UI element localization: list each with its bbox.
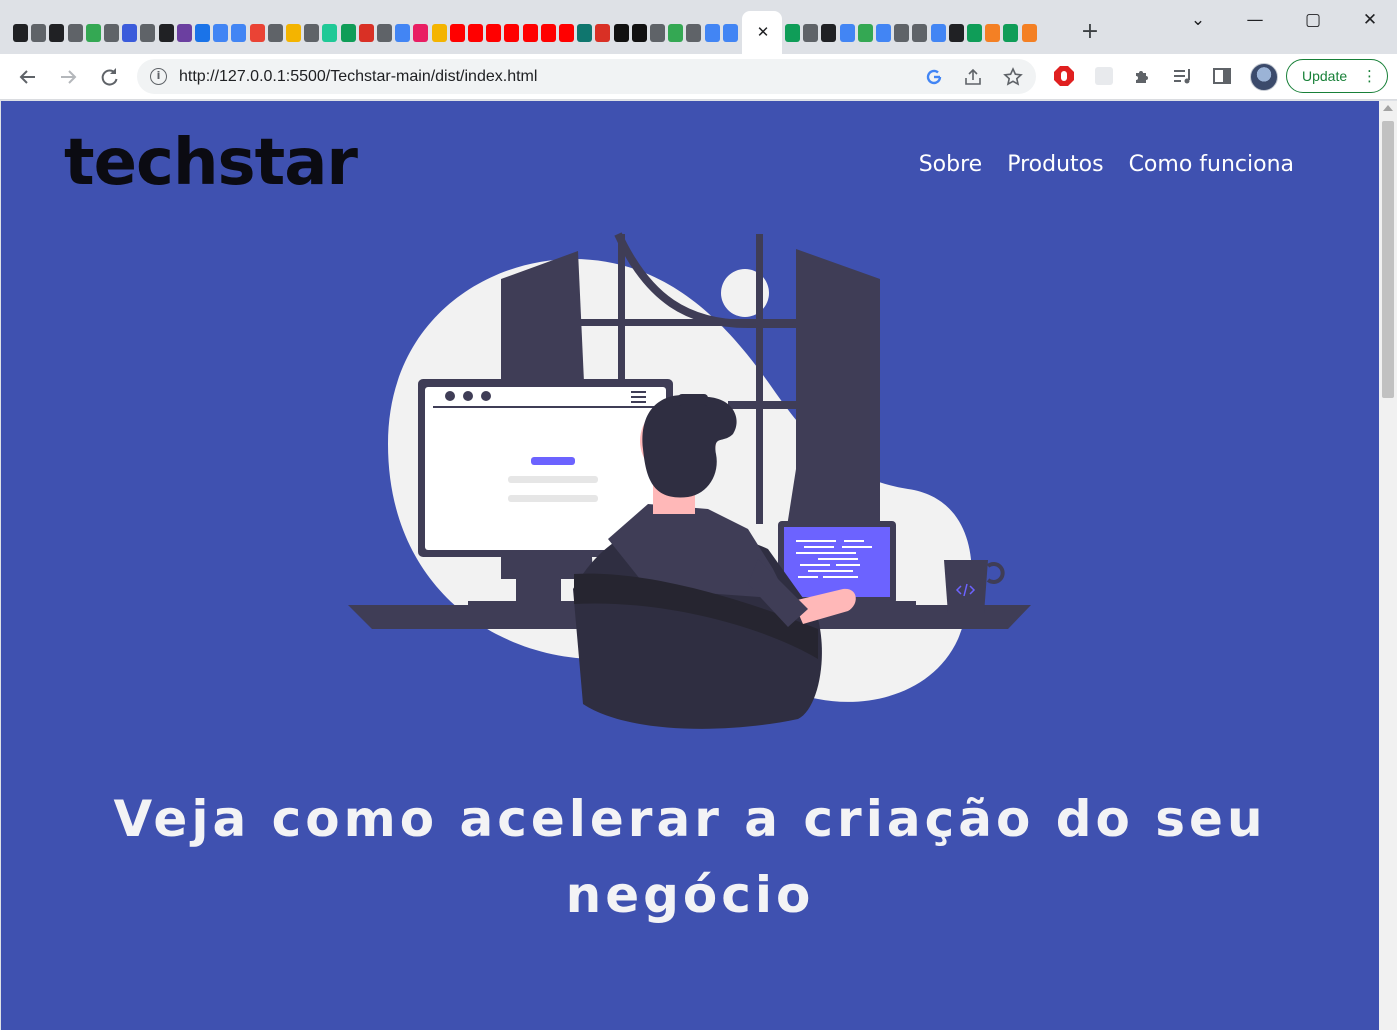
tab-favicon-icon[interactable] xyxy=(304,24,320,42)
tab-favicon-icon[interactable] xyxy=(839,24,855,42)
tab-favicon-icon[interactable] xyxy=(504,24,520,42)
address-bar[interactable]: i http://127.0.0.1:5500/Techstar-main/di… xyxy=(137,59,1036,94)
browser-window: ✕ + ⌄ — ▢ ✕ i http://127.0.0.1:5500/Tech… xyxy=(0,0,1397,1030)
tab-favicon-icon[interactable] xyxy=(876,24,891,42)
tab-search-icon[interactable]: ⌄ xyxy=(1183,8,1213,32)
tab-favicon-icon[interactable] xyxy=(13,24,28,42)
tab-favicon-icon[interactable] xyxy=(559,24,574,42)
tab-favicon-icon[interactable] xyxy=(449,24,465,42)
browser-toolbar: i http://127.0.0.1:5500/Techstar-main/di… xyxy=(0,54,1397,100)
bookmark-star-icon[interactable] xyxy=(1002,66,1024,88)
arrow-left-icon xyxy=(19,70,35,84)
new-tab-button[interactable]: + xyxy=(1078,20,1102,44)
tab-favicon-icon[interactable] xyxy=(158,24,174,42)
side-panel-icon[interactable] xyxy=(1210,64,1234,88)
extension-icon[interactable] xyxy=(1092,64,1116,88)
tab-favicon-icon[interactable] xyxy=(577,24,593,42)
hero-headline-line: negócio xyxy=(565,866,815,924)
tab-favicon-icon[interactable] xyxy=(104,24,119,42)
tab-favicon-icon[interactable] xyxy=(340,24,356,42)
hero-headline-line: Veja como acelerar a criação do seu xyxy=(113,790,1267,848)
update-button[interactable]: Update ⋮ xyxy=(1286,59,1388,93)
update-label: Update xyxy=(1302,68,1348,84)
tab-favicon-icon[interactable] xyxy=(595,24,611,42)
tab-favicon-icon[interactable] xyxy=(231,24,247,42)
tab-favicon-icon[interactable] xyxy=(785,24,800,42)
tab-favicon-icon[interactable] xyxy=(176,24,192,42)
tab-favicon-icon[interactable] xyxy=(650,24,665,42)
nav-link-produtos[interactable]: Produtos xyxy=(1007,151,1103,179)
maximize-button[interactable]: ▢ xyxy=(1298,8,1328,32)
tab-favicon-icon[interactable] xyxy=(67,24,83,42)
tab-favicon-icon[interactable] xyxy=(522,24,538,42)
extensions-puzzle-icon[interactable] xyxy=(1131,64,1155,88)
close-window-button[interactable]: ✕ xyxy=(1355,8,1385,32)
adblock-extension-icon[interactable] xyxy=(1052,64,1076,88)
tab-favicon-icon[interactable] xyxy=(322,24,338,42)
hero-illustration xyxy=(348,232,1031,729)
forward-button[interactable] xyxy=(54,63,82,91)
nav-link-como-funciona[interactable]: Como funciona xyxy=(1129,151,1294,179)
tab-close-icon[interactable]: ✕ xyxy=(755,21,771,43)
tab-favicon-icon[interactable] xyxy=(704,24,720,42)
scroll-up-icon[interactable] xyxy=(1383,105,1393,111)
tab-favicon-icon[interactable] xyxy=(613,24,629,42)
tab-favicon-icon[interactable] xyxy=(195,24,210,42)
tab-favicon-icon[interactable] xyxy=(948,24,964,42)
more-options-icon[interactable]: ⋮ xyxy=(1362,60,1377,92)
site-logo[interactable]: techstar xyxy=(64,121,358,205)
share-icon[interactable] xyxy=(962,66,984,88)
arrow-right-icon xyxy=(61,70,77,84)
tab-favicon-icon[interactable] xyxy=(912,24,928,42)
site-info-icon[interactable]: i xyxy=(150,68,167,85)
back-button[interactable] xyxy=(14,63,42,91)
page-scrollbar[interactable] xyxy=(1379,101,1397,1030)
tab-favicon-icon[interactable] xyxy=(930,24,946,42)
tab-favicon-icon[interactable] xyxy=(540,24,556,42)
tab-favicon-icon[interactable] xyxy=(668,24,684,42)
tab-favicon-icon[interactable] xyxy=(413,24,429,42)
tab-favicon-icon[interactable] xyxy=(140,24,156,42)
minimize-button[interactable]: — xyxy=(1240,8,1270,32)
tab-favicon-icon[interactable] xyxy=(631,24,647,42)
url-text[interactable]: http://127.0.0.1:5500/Techstar-main/dist… xyxy=(179,59,537,94)
page-viewport: techstar Sobre Produtos Como funciona Ve… xyxy=(1,101,1379,1030)
tab-favicon-icon[interactable] xyxy=(377,24,392,42)
tab-favicon-icon[interactable] xyxy=(821,24,837,42)
reload-icon xyxy=(101,68,118,86)
tab-favicon-icon[interactable] xyxy=(803,24,819,42)
tab-favicon-icon[interactable] xyxy=(468,24,483,42)
google-lens-icon[interactable] xyxy=(923,66,945,88)
media-control-icon[interactable] xyxy=(1171,64,1195,88)
hero-headline: Veja como acelerar a criação do seu negó… xyxy=(41,781,1339,933)
tab-favicon-icon[interactable] xyxy=(213,24,229,42)
nav-link-sobre[interactable]: Sobre xyxy=(919,151,983,179)
tab-favicon-icon[interactable] xyxy=(985,24,1001,42)
tab-favicon-icon[interactable] xyxy=(358,24,374,42)
tab-strip: ✕ + ⌄ — ▢ ✕ xyxy=(0,0,1397,54)
reload-button[interactable] xyxy=(95,63,123,91)
tab-favicon-icon[interactable] xyxy=(49,24,65,42)
tab-favicon-icon[interactable] xyxy=(249,24,265,42)
tab-favicon-icon[interactable] xyxy=(486,24,502,42)
tab-favicon-icon[interactable] xyxy=(85,24,101,42)
tab-favicon-icon[interactable] xyxy=(431,24,447,42)
scrollbar-thumb[interactable] xyxy=(1382,121,1394,398)
tab-favicon-icon[interactable] xyxy=(894,24,910,42)
tab-favicon-icon[interactable] xyxy=(122,24,138,42)
tab-favicon-icon[interactable] xyxy=(1021,24,1037,42)
tab-favicon-icon[interactable] xyxy=(857,24,873,42)
tab-favicon-icon[interactable] xyxy=(686,24,702,42)
tab-favicon-icon[interactable] xyxy=(395,24,411,42)
profile-avatar[interactable] xyxy=(1250,63,1278,91)
tab-favicon-icon[interactable] xyxy=(722,24,738,42)
tab-favicon-icon[interactable] xyxy=(1003,24,1019,42)
tab-favicon-icon[interactable] xyxy=(31,24,47,42)
tab-favicon-icon[interactable] xyxy=(967,24,982,42)
site-nav: Sobre Produtos Como funciona xyxy=(919,151,1294,179)
active-tab[interactable]: ✕ xyxy=(742,11,782,54)
tab-favicon-icon[interactable] xyxy=(286,24,301,42)
tab-favicon-icon[interactable] xyxy=(267,24,283,42)
